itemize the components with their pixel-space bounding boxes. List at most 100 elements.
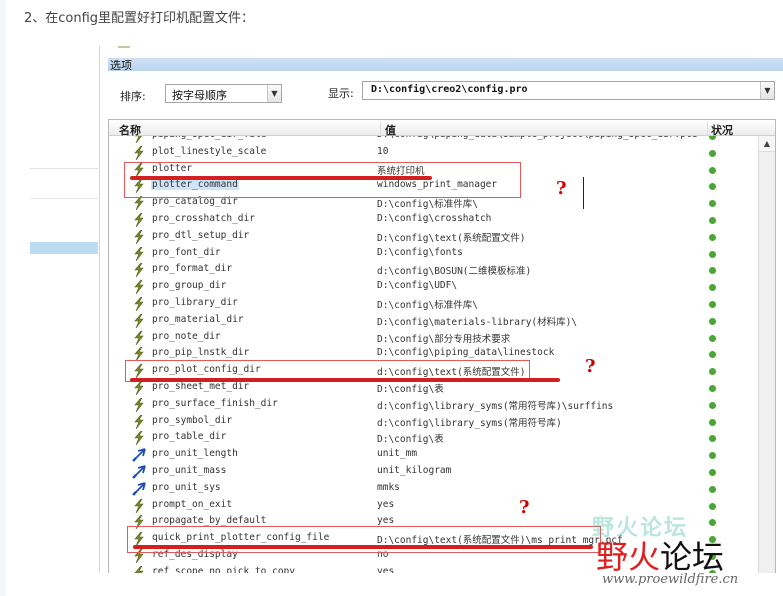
option-value[interactable]: yes bbox=[377, 499, 394, 510]
table-row[interactable]: pro_group_dir D:\config\UDF\ bbox=[109, 279, 759, 296]
table-row[interactable]: pro_table_dir D:\config\表 bbox=[109, 430, 759, 447]
table-row[interactable]: pro_crosshatch_dir D:\config\crosshatch bbox=[109, 212, 759, 229]
status-ok-icon bbox=[709, 216, 716, 224]
table-row[interactable]: pro_surface_finish_dir d:\config\library_… bbox=[109, 397, 759, 414]
option-name[interactable]: pro_crosshatch_dir bbox=[151, 213, 256, 224]
option-value[interactable]: D:\config\piping_data\linestock bbox=[377, 347, 554, 358]
lightning-icon bbox=[132, 145, 146, 160]
option-name[interactable]: ref_scope_no_pick_to_copy bbox=[151, 566, 296, 573]
blue-dart-icon bbox=[132, 448, 146, 462]
option-name[interactable]: pro_group_dir bbox=[151, 280, 227, 291]
table-row[interactable]: pro_note_dir D:\config\部分专用技术要求 bbox=[109, 330, 759, 347]
option-value[interactable]: yes bbox=[377, 515, 394, 526]
status-ok-icon bbox=[709, 267, 716, 275]
option-value[interactable]: D:\config\text(系统配置文件) bbox=[377, 230, 526, 244]
lightning-icon bbox=[132, 296, 146, 312]
lightning-icon bbox=[132, 565, 146, 573]
column-header-status[interactable]: 状况 bbox=[707, 122, 733, 137]
watermark: 野火论坛 野火论坛 www.proewildfire.cn bbox=[590, 510, 780, 592]
status-ok-icon bbox=[709, 149, 716, 157]
left-divider bbox=[30, 168, 98, 169]
option-value[interactable]: D:\config\piping_data\sample_project\pip… bbox=[377, 136, 697, 140]
option-value[interactable]: D:\config\标准件库\ bbox=[377, 297, 478, 311]
option-name[interactable]: pro_surface_finish_dir bbox=[151, 398, 279, 409]
table-row[interactable]: pro_sheet_met_dir D:\config\表 bbox=[109, 380, 759, 397]
status-ok-icon bbox=[709, 334, 716, 342]
config-file-dropdown[interactable]: D:\config\creo2\config.pro ▼ bbox=[362, 81, 775, 100]
annotation-question-mark: ? bbox=[519, 497, 530, 518]
option-value[interactable]: D:\config\表 bbox=[377, 381, 444, 395]
option-value[interactable]: 10 bbox=[377, 146, 388, 157]
grid-header: 名称 值 状况 bbox=[109, 120, 775, 137]
option-name[interactable]: pro_unit_mass bbox=[151, 465, 227, 476]
status-ok-icon bbox=[709, 300, 716, 308]
option-value[interactable]: d:\config\BOSUN(二维模板标准) bbox=[377, 263, 531, 277]
status-ok-icon bbox=[709, 250, 716, 258]
option-value[interactable]: d:\config\library_syms(常用符号库)\surffins bbox=[377, 398, 613, 412]
annotation-underline bbox=[133, 545, 593, 549]
option-name[interactable]: pro_unit_length bbox=[151, 448, 239, 459]
sort-order-value: 按字母顺序 bbox=[172, 89, 227, 102]
chevron-down-icon[interactable]: ▼ bbox=[760, 82, 774, 99]
option-value[interactable]: d:\config\library_syms(常用符号库) bbox=[377, 415, 562, 429]
article-caption: 2、在config里配置好打印机配置文件： bbox=[24, 11, 255, 26]
blue-dart-icon bbox=[132, 481, 146, 496]
table-row[interactable]: pro_unit_length unit_mm bbox=[109, 447, 759, 464]
scroll-up-arrow-icon[interactable]: ▲ bbox=[759, 136, 775, 152]
vertical-scrollbar[interactable]: ▲ bbox=[758, 136, 775, 573]
option-name[interactable]: pro_symbol_dir bbox=[151, 415, 233, 426]
option-value[interactable]: yes bbox=[377, 566, 394, 573]
lightning-icon bbox=[132, 431, 146, 446]
option-name[interactable]: pro_table_dir bbox=[151, 431, 227, 442]
option-value[interactable]: D:\config\fonts bbox=[377, 247, 463, 258]
option-name[interactable]: plot_linestyle_scale bbox=[151, 146, 267, 157]
option-value[interactable]: D:\config\表 bbox=[377, 431, 444, 445]
option-name[interactable]: pro_unit_sys bbox=[151, 482, 222, 493]
option-name[interactable]: pro_sheet_met_dir bbox=[151, 381, 250, 392]
table-row[interactable]: plot_linestyle_scale 10 bbox=[109, 145, 759, 162]
option-name[interactable]: pro_note_dir bbox=[151, 331, 222, 342]
dialog-titlebar: 选项 bbox=[108, 58, 783, 72]
option-name[interactable]: pro_format_dir bbox=[151, 263, 233, 274]
option-name[interactable]: propagate_by_default bbox=[151, 515, 267, 526]
table-row[interactable]: pro_unit_mass unit_kilogram bbox=[109, 464, 759, 481]
option-name[interactable]: pro_dtl_setup_dir bbox=[151, 230, 250, 241]
status-ok-icon bbox=[709, 502, 716, 510]
option-value[interactable]: D:\config\materials-library(材料库)\ bbox=[377, 314, 577, 328]
option-name[interactable]: piping_spec_dir_file bbox=[151, 136, 267, 140]
option-name[interactable]: prompt_on_exit bbox=[151, 499, 233, 510]
table-row[interactable]: pro_format_dir d:\config\BOSUN(二维模板标准) bbox=[109, 262, 759, 279]
sort-order-dropdown[interactable]: 按字母顺序 ▼ bbox=[165, 84, 282, 103]
option-name[interactable]: pro_font_dir bbox=[151, 247, 222, 258]
option-value[interactable]: mmks bbox=[377, 482, 400, 493]
status-ok-icon bbox=[709, 384, 716, 392]
table-row[interactable]: pro_material_dir D:\config\materials-libr… bbox=[109, 313, 759, 330]
option-value[interactable]: D:\config\UDF\ bbox=[377, 280, 457, 291]
status-ok-icon bbox=[709, 468, 716, 476]
table-row[interactable]: pro_library_dir D:\config\标准件库\ bbox=[109, 296, 759, 313]
left-selected-item bbox=[30, 242, 98, 254]
option-value[interactable]: D:\config\标准件库\ bbox=[377, 196, 478, 210]
table-row[interactable]: pro_dtl_setup_dir D:\config\text(系统配置文件) bbox=[109, 229, 759, 246]
table-row[interactable]: piping_spec_dir_file D:\config\piping_dat… bbox=[109, 136, 759, 145]
lightning-icon bbox=[132, 263, 146, 278]
status-ok-icon bbox=[709, 317, 716, 325]
chevron-down-icon[interactable]: ▼ bbox=[267, 85, 281, 102]
option-value[interactable]: D:\config\部分专用技术要求 bbox=[377, 331, 510, 345]
lightning-icon bbox=[132, 397, 146, 412]
column-header-value[interactable]: 值 bbox=[380, 122, 396, 137]
options-rows: piping_spec_dir_file D:\config\piping_dat… bbox=[109, 136, 759, 573]
option-name[interactable]: pro_material_dir bbox=[151, 314, 245, 325]
option-name[interactable]: pro_library_dir bbox=[151, 297, 239, 308]
option-value[interactable]: unit_kilogram bbox=[377, 465, 451, 476]
table-row[interactable]: pro_symbol_dir d:\config\library_syms(常用符… bbox=[109, 414, 759, 431]
option-name[interactable]: pro_pip_lnstk_dir bbox=[151, 347, 250, 358]
annotation-question-mark: ? bbox=[556, 178, 567, 199]
option-value[interactable]: unit_mm bbox=[377, 448, 417, 459]
option-value[interactable]: D:\config\crosshatch bbox=[377, 213, 491, 224]
left-divider bbox=[30, 198, 98, 199]
table-row[interactable]: pro_unit_sys mmks bbox=[109, 481, 759, 498]
status-ok-icon bbox=[709, 200, 716, 208]
status-ok-icon bbox=[709, 368, 716, 376]
table-row[interactable]: pro_font_dir D:\config\fonts bbox=[109, 246, 759, 263]
